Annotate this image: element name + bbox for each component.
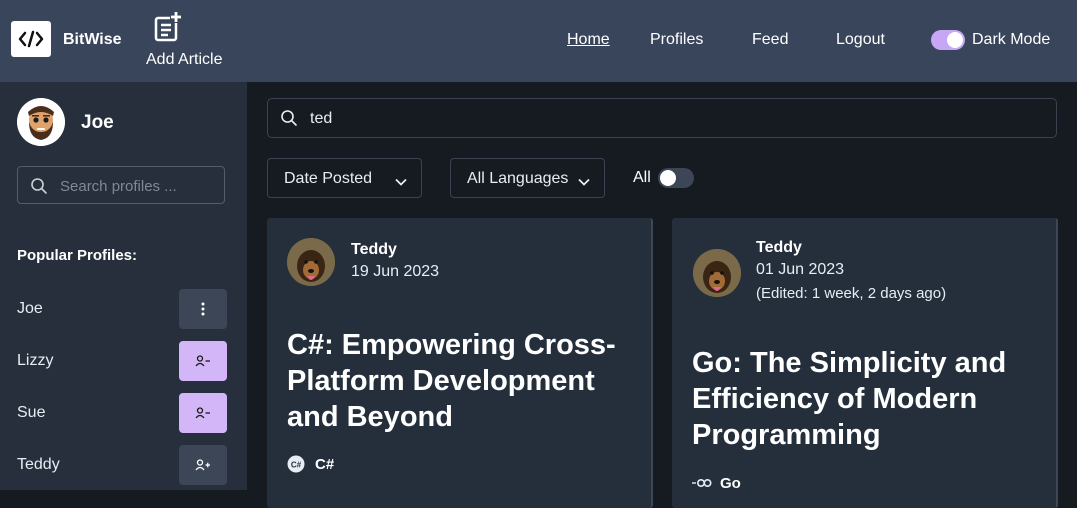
article-search-input[interactable] (308, 108, 1012, 130)
article-date: 01 Jun 2023 (756, 261, 845, 278)
sort-dropdown[interactable]: Date Posted (267, 158, 422, 198)
profile-name[interactable]: Teddy (17, 456, 60, 474)
all-filter-label: All (633, 169, 651, 186)
article-search-box (267, 98, 1057, 138)
profile-name[interactable]: Lizzy (17, 352, 53, 370)
profile-search-box (17, 166, 225, 204)
language-dropdown[interactable]: All Languages (450, 158, 605, 198)
toggle-knob (947, 32, 963, 48)
popular-profiles-heading: Popular Profiles: (17, 247, 138, 264)
unfollow-button[interactable] (179, 341, 227, 381)
brand-name[interactable]: BitWise (63, 31, 122, 49)
sort-dropdown-label: Date Posted (284, 170, 373, 187)
profile-name[interactable]: Sue (17, 404, 45, 422)
article-card[interactable]: Teddy 19 Jun 2023 C#: Empowering Cross-P… (267, 218, 653, 508)
follow-user-icon (195, 459, 210, 471)
article-date: 19 Jun 2023 (351, 263, 440, 280)
more-vertical-icon (201, 302, 205, 316)
add-article-button[interactable]: Add Article (146, 10, 230, 72)
chevron-down-icon (578, 173, 590, 191)
add-document-icon (150, 10, 184, 49)
navbar: BitWise Add Article Home Profiles Feed L… (0, 0, 1077, 82)
author-avatar[interactable] (693, 249, 741, 297)
csharp-icon: C# (287, 455, 305, 478)
sidebar-username: Joe (81, 112, 114, 133)
add-article-label: Add Article (146, 51, 223, 68)
profile-row-joe: Joe (17, 289, 227, 329)
language-dropdown-label: All Languages (467, 170, 569, 187)
dark-mode-toggle[interactable] (931, 30, 965, 50)
article-title[interactable]: C#: Empowering Cross-Platform Developmen… (287, 327, 637, 435)
svg-text:C#: C# (291, 461, 302, 470)
sidebar: Joe Popular Profiles: Joe Lizzy (0, 82, 247, 490)
profile-name[interactable]: Joe (17, 300, 43, 318)
follow-button[interactable] (179, 445, 227, 485)
user-avatar[interactable] (17, 98, 65, 146)
profile-options-button[interactable] (179, 289, 227, 329)
logo-code-icon[interactable] (11, 21, 51, 57)
all-filter-toggle[interactable] (658, 168, 694, 188)
nav-home-link[interactable]: Home (567, 31, 610, 49)
go-icon (692, 476, 712, 494)
article-language[interactable]: C# (315, 456, 334, 473)
article-edited-note: (Edited: 1 week, 2 days ago) (756, 285, 947, 302)
unfollow-button[interactable] (179, 393, 227, 433)
dark-mode-label: Dark Mode (972, 31, 1051, 48)
article-card[interactable]: Teddy 01 Jun 2023 (Edited: 1 week, 2 day… (672, 218, 1058, 508)
author-avatar[interactable] (287, 238, 335, 286)
nav-logout-link[interactable]: Logout (836, 31, 885, 49)
profile-search-input[interactable] (58, 175, 222, 197)
nav-feed-link[interactable]: Feed (752, 31, 788, 49)
toggle-knob (660, 170, 676, 186)
article-author[interactable]: Teddy (351, 241, 397, 259)
article-author[interactable]: Teddy (756, 239, 802, 257)
article-language[interactable]: Go (720, 475, 741, 492)
search-icon (280, 109, 298, 132)
profile-row-lizzy: Lizzy (17, 341, 227, 381)
article-title[interactable]: Go: The Simplicity and Efficiency of Mod… (692, 345, 1042, 453)
profile-row-sue: Sue (17, 393, 227, 433)
search-icon (30, 177, 48, 200)
chevron-down-icon (395, 173, 407, 191)
nav-profiles-link[interactable]: Profiles (650, 31, 703, 49)
unfollow-user-icon (195, 355, 210, 367)
unfollow-user-icon (195, 407, 210, 419)
profile-row-teddy: Teddy (17, 445, 227, 485)
